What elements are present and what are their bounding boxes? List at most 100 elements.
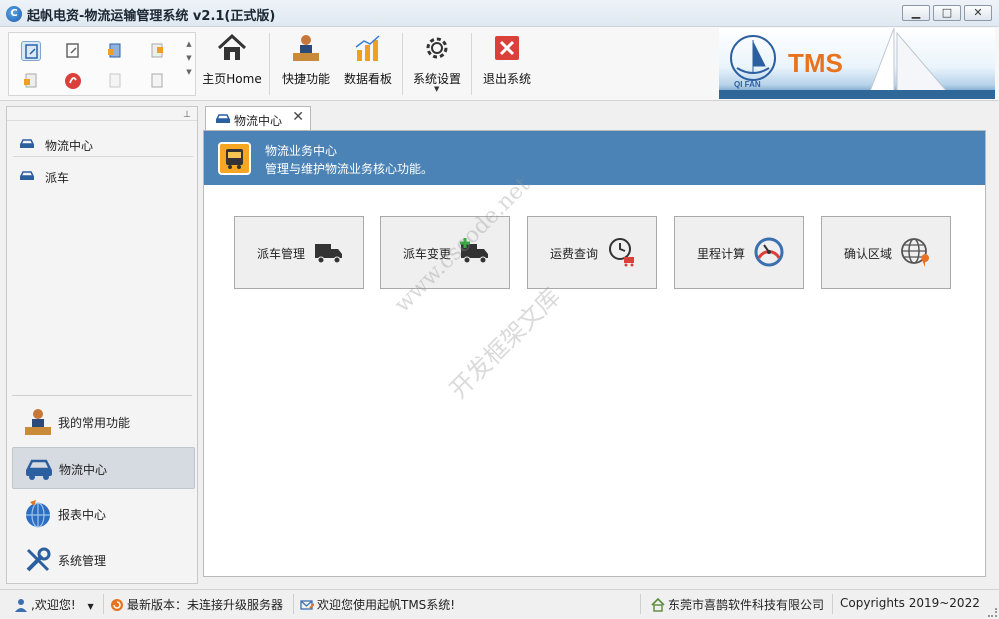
sidebar-item-label: 报表中心 [58,508,107,522]
dispatch-management-button[interactable]: 派车管理 [234,216,364,289]
toolbar-separator [269,33,270,95]
car-icon [19,171,35,180]
sidebar-item-reports[interactable]: 报表中心 [12,493,195,535]
status-separator [832,594,833,614]
tab-close-icon[interactable]: ✕ [292,109,304,125]
message-edit-icon [300,600,314,610]
main-content: 物流业务中心 管理与维护物流业务核心功能。 派车管理 派车变更 运费查询 里程计… [203,130,986,577]
quick-functions-label: 快捷功能 [281,72,330,86]
globe-pin-icon [901,238,929,267]
function-button-label: 派车管理 [257,247,306,261]
car-icon [25,459,53,480]
sidebar-item-label: 物流中心 [45,139,94,153]
truck-add-icon [460,238,488,264]
quick-access-grid: ▲ ▼ ▼ [8,32,196,96]
version-status[interactable]: 最新版本：未连接升级服务器 [110,596,283,613]
info-description: 管理与维护物流业务核心功能。 [265,162,434,176]
user-welcome-text: ,欢迎您! [31,598,76,612]
function-button-label: 派车变更 [403,247,452,261]
title-bar: C 起帆电资-物流运输管理系统 v2.1(正式版) ▁ □ ✕ [0,0,999,27]
truck-icon [315,244,342,264]
exit-system-button[interactable]: 退出系统 [478,29,536,99]
document-icon[interactable] [147,71,167,91]
window-title: 起帆电资-物流运输管理系统 v2.1(正式版) [27,9,276,24]
mileage-calculation-button[interactable]: 里程计算 [674,216,804,289]
resize-grip[interactable] [988,608,997,617]
edit-doc-icon[interactable] [21,41,41,61]
bus-icon [218,142,251,175]
data-dashboard-label: 数据看板 [343,72,392,86]
user-status[interactable]: ,欢迎您! ▼ [14,596,94,613]
toolbar-separator [402,33,403,95]
sidebar-item-favorites[interactable]: 我的常用功能 [12,401,195,443]
status-separator [103,594,104,614]
status-separator [640,594,641,614]
sidebar-item-label: 系统管理 [58,554,107,568]
sidebar-divider [12,395,192,396]
welcome-status: 欢迎您使用起帆TMS系统! [300,596,455,613]
sidebar-item-system-management[interactable]: 系统管理 [12,539,195,581]
tms-brand-text: TMS [788,48,843,78]
close-button[interactable]: ✕ [964,5,992,21]
minimize-button[interactable]: ▁ [902,5,930,21]
tab-label: 物流中心 [234,114,283,128]
exit-system-label: 退出系统 [482,72,531,86]
function-button-label: 运费查询 [550,247,599,261]
quick-functions-button[interactable]: 快捷功能 [276,29,336,99]
home-icon [216,32,248,64]
document-icon[interactable] [105,71,125,91]
person-desk-icon [25,409,51,435]
sidebar-item-dispatch[interactable]: 派车 [13,163,193,189]
car-icon [215,114,231,123]
brand-banner: TMS QI FAN [719,28,995,99]
home-icon [651,598,665,612]
speedometer-icon [754,237,784,267]
sidebar-header [7,107,197,121]
document-icon[interactable] [105,41,125,61]
sidebar-item-logistics-center[interactable]: 物流中心 [13,131,193,157]
document-icon[interactable] [21,71,41,91]
person-desk-icon [290,32,322,64]
tab-logistics-center[interactable]: 物流中心 ✕ [205,106,311,130]
dispatch-change-button[interactable]: 派车变更 [380,216,510,289]
app-logo-icon: C [6,6,22,22]
toolbar-separator [471,33,472,95]
exit-icon [491,32,523,64]
gear-icon [421,32,453,64]
document-icon[interactable] [147,41,167,61]
status-separator [293,594,294,614]
bar-chart-icon [352,32,384,64]
qifan-logo-text: QI FAN [734,80,761,89]
company-text: 东莞市喜鹊软件科技有限公司 [668,598,825,612]
freight-query-button[interactable]: 运费查询 [527,216,657,289]
sidebar: ⊥ 物流中心 派车 我的常用功能 物流中心 报表中心 系统管理 [6,106,198,584]
copyright-text: Copyrights 2019~2022 [840,596,980,610]
version-text: 最新版本：未连接升级服务器 [127,598,284,612]
system-settings-button[interactable]: 系统设置 ▼ [408,29,466,99]
info-title: 物流业务中心 [265,144,338,158]
toolbar: ▲ ▼ ▼ 主页Home 快捷功能 数据看板 系统设置 ▼ 退出系统 TMS Q… [0,27,999,101]
edit-doc-icon[interactable] [63,41,83,61]
home-button[interactable]: 主页Home [200,29,264,99]
sidebar-item-label: 我的常用功能 [58,416,131,430]
home-label: 主页Home [202,72,262,86]
info-header: 物流业务中心 管理与维护物流业务核心功能。 [204,131,985,185]
red-circle-icon[interactable] [63,71,83,91]
car-icon [19,139,35,148]
maximize-button[interactable]: □ [933,5,961,21]
update-icon [111,599,123,611]
confirm-region-button[interactable]: 确认区域 [821,216,951,289]
sidebar-item-label: 派车 [45,171,70,185]
sidebar-item-label: 物流中心 [59,463,108,477]
function-button-label: 确认区域 [844,247,893,261]
pin-icon[interactable]: ⊥ [183,110,191,120]
data-dashboard-button[interactable]: 数据看板 [338,29,398,99]
tools-icon [26,547,51,572]
company-status: 东莞市喜鹊软件科技有限公司 [651,596,824,613]
chevron-down-icon[interactable]: ▼ [87,602,93,611]
sidebar-item-logistics-center-main[interactable]: 物流中心 [12,447,195,489]
chevron-down-icon: ▼ [434,85,440,93]
function-button-label: 里程计算 [697,247,746,261]
clock-cart-icon [609,238,634,267]
quick-grid-scroll[interactable]: ▲ ▼ ▼ [185,37,193,93]
